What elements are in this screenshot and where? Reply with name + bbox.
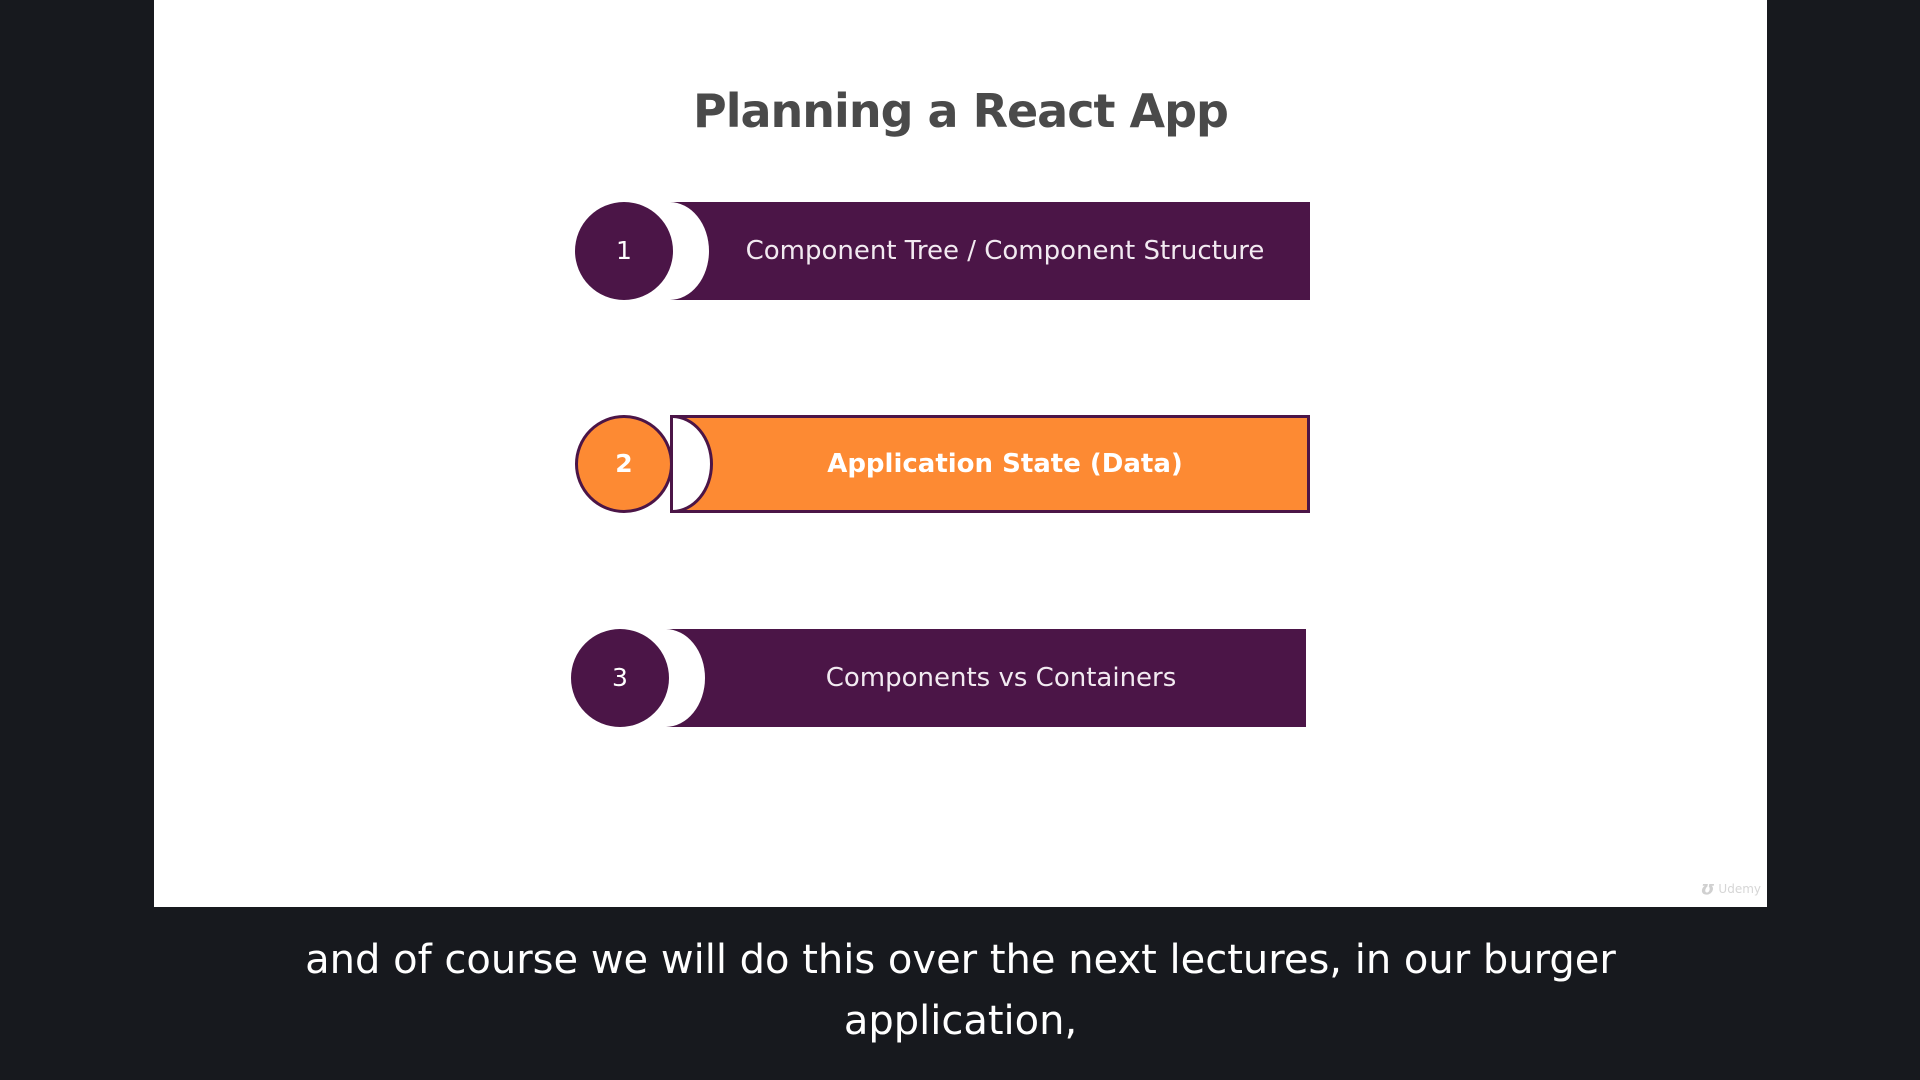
step-number-badge: 2 — [575, 415, 673, 513]
presentation-slide: Planning a React App Component Tree / Co… — [154, 0, 1767, 907]
step-number-badge: 1 — [575, 202, 673, 300]
video-player[interactable]: Planning a React App Component Tree / Co… — [0, 0, 1920, 1080]
step-bar: Component Tree / Component Structure — [670, 202, 1310, 300]
caption-line-1: and of course we will do this over the n… — [305, 937, 1616, 983]
udemy-watermark: ʊ Udemy — [1702, 878, 1761, 899]
step-bar: Components vs Containers — [666, 629, 1306, 727]
udemy-logo-icon: ʊ — [1701, 878, 1716, 899]
step-label: Components vs Containers — [825, 663, 1177, 693]
subtitle-caption: and of course we will do this over the n… — [154, 930, 1767, 1052]
step-bar: Application State (Data) — [670, 415, 1310, 513]
watermark-text: Udemy — [1718, 881, 1761, 896]
slide-title: Planning a React App — [693, 84, 1229, 138]
step-number-badge: 3 — [571, 629, 669, 727]
step-label: Application State (Data) — [827, 449, 1183, 479]
step-label: Component Tree / Component Structure — [745, 236, 1265, 266]
caption-line-2: application, — [843, 998, 1078, 1044]
